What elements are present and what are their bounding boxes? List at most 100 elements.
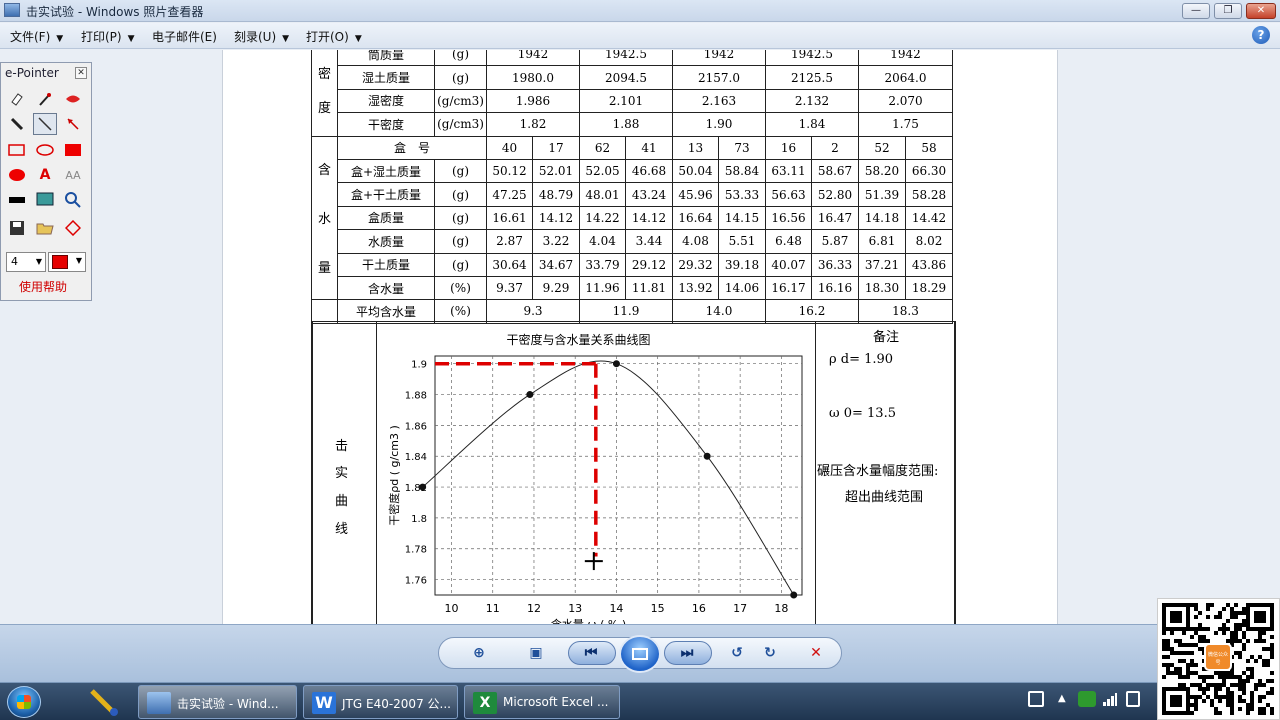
table-row: 平均含水量 (%) 9.3 11.9 14.0 16.2 18.3 [311, 299, 953, 324]
zoom-icon[interactable]: ⊕ [468, 643, 490, 663]
tray-app-icon[interactable] [1078, 691, 1096, 707]
filled-ellipse-icon[interactable] [5, 164, 29, 186]
filled-rectangle-icon[interactable] [61, 139, 85, 161]
moisture-range-label: 碾压含水量幅度范围: [817, 464, 939, 479]
table-cell: 63.11 [765, 158, 812, 184]
help-icon[interactable]: ? [1252, 26, 1270, 44]
curve-label-char: 曲 [335, 494, 349, 509]
table-row: 湿土质量 (g) 1980.0 2094.5 2157.0 2125.5 2064.0 [312, 65, 953, 90]
table-cell: 1942 [486, 50, 580, 67]
table-cell: 41 [625, 135, 673, 160]
start-button[interactable] [7, 686, 41, 718]
table-cell: 14.15 [718, 205, 766, 231]
table-cell: 62 [579, 135, 626, 160]
pen-color-select[interactable]: ▼ [48, 252, 86, 272]
table-cell: 43.86 [905, 252, 953, 277]
menu-file[interactable]: 文件(F) ▼ [10, 28, 63, 45]
word-icon: W [312, 692, 336, 714]
black-bar-icon[interactable] [5, 189, 29, 211]
table-cell: 43.24 [625, 182, 673, 207]
line-icon[interactable] [33, 113, 57, 135]
menu-burn[interactable]: 刻录(U) ▼ [234, 28, 289, 45]
x-tick-label: 17 [733, 602, 747, 615]
screen-icon[interactable] [33, 189, 57, 211]
task-photo-viewer[interactable]: 击实试验 - Wind... [138, 685, 297, 719]
battery-icon[interactable] [1126, 691, 1140, 707]
table-cell: 1.82 [486, 112, 580, 137]
blank-cell [311, 299, 338, 324]
previous-icon[interactable]: ⏮ [580, 643, 602, 663]
row-label: 盒+湿土质量 [337, 158, 435, 184]
network-icon[interactable] [1102, 691, 1118, 707]
eraser-icon[interactable] [5, 88, 29, 110]
table-cell: 1.75 [858, 112, 953, 137]
menu-print[interactable]: 打印(P) ▼ [81, 28, 135, 45]
table-cell: 2.132 [765, 88, 859, 114]
x-tick-label: 15 [651, 602, 665, 615]
table-cell: 16.17 [765, 275, 812, 301]
table-row: 湿密度 (g/cm3) 1.986 2.101 2.163 2.132 2.070 [312, 88, 953, 114]
row-label: 盒 号 [337, 135, 487, 160]
maximize-button[interactable]: ❐ [1214, 3, 1242, 19]
row-label: 盒质量 [337, 205, 435, 231]
pen-size-select[interactable]: 4 ▼ [6, 252, 46, 272]
arrow-icon[interactable] [61, 113, 85, 135]
minimize-button[interactable]: — [1182, 3, 1210, 19]
row-unit: (g) [434, 50, 487, 67]
task-word-document[interactable]: W JTG E40-2007 公... [303, 685, 458, 719]
table-cell: 33.79 [579, 252, 626, 277]
close-button[interactable]: ✕ [1246, 3, 1276, 19]
zoom-icon[interactable] [61, 189, 85, 211]
rotate-left-icon[interactable]: ↺ [726, 643, 748, 663]
pen-icon[interactable] [33, 88, 57, 110]
table-row: 盒+干土质量 (g) 47.25 48.79 48.01 43.24 45.96 53.33 5… [312, 182, 953, 207]
table-cell: 14.42 [905, 205, 953, 231]
row-unit: (g) [434, 252, 487, 277]
chevron-down-icon: ▼ [35, 257, 42, 266]
row-unit: (g) [434, 229, 487, 254]
highlighter-icon[interactable] [61, 88, 85, 110]
x-tick-label: 11 [486, 602, 500, 615]
y-tick-label: 1.86 [405, 421, 427, 432]
marker-icon[interactable] [5, 113, 29, 135]
table-cell: 52 [858, 135, 906, 160]
qr-code-overlay: 微信公众号 [1157, 598, 1280, 720]
table-cell: 2064.0 [858, 65, 953, 90]
fit-icon[interactable]: ▣ [525, 643, 547, 663]
table-cell: 11.9 [579, 299, 673, 324]
task-excel[interactable]: X Microsoft Excel ... [464, 685, 620, 719]
rotate-right-icon[interactable]: ↻ [759, 643, 781, 663]
document-image: 密度筒质量 (g) 1942 1942.5 1942 1942.5 1942 湿土质量 (g) 1… [222, 50, 1058, 624]
epointer-help-link[interactable]: 使用帮助 [19, 278, 67, 295]
erase-all-icon[interactable] [61, 217, 85, 239]
pinned-app-icon[interactable] [86, 687, 122, 717]
save-icon[interactable] [5, 217, 29, 239]
slideshow-button[interactable] [619, 635, 661, 673]
menu-open[interactable]: 打开(O) ▼ [306, 28, 362, 45]
x-tick-label: 13 [568, 602, 582, 615]
table-cell: 6.48 [765, 229, 812, 254]
table-row: 干密度 (g/cm3) 1.82 1.88 1.90 1.84 1.75 [312, 112, 953, 137]
action-center-icon[interactable] [1028, 691, 1044, 707]
font-icon[interactable]: AA [61, 164, 85, 186]
epointer-close-button[interactable]: ✕ [75, 67, 87, 79]
windows-logo-icon [17, 695, 31, 709]
x-tick-label: 10 [444, 602, 458, 615]
show-hidden-icons[interactable]: ▲ [1058, 693, 1066, 704]
ellipse-icon[interactable] [33, 139, 57, 161]
open-icon[interactable] [33, 217, 57, 239]
density-section-label: 密度 [311, 50, 338, 137]
menu-email[interactable]: 电子邮件(E) [152, 28, 217, 45]
table-cell: 50.04 [672, 158, 719, 184]
table-cell: 47.25 [486, 182, 533, 207]
rectangle-icon[interactable] [5, 139, 29, 161]
table-cell: 17 [532, 135, 580, 160]
y-tick-label: 1.76 [405, 576, 427, 587]
delete-icon[interactable]: ✕ [805, 643, 827, 663]
table-cell: 13.92 [672, 275, 719, 301]
excel-icon: X [473, 692, 497, 714]
data-point [703, 452, 711, 460]
table-cell: 53.33 [718, 182, 766, 207]
next-icon[interactable]: ⏭ [676, 643, 698, 663]
text-icon[interactable]: A [33, 164, 57, 186]
